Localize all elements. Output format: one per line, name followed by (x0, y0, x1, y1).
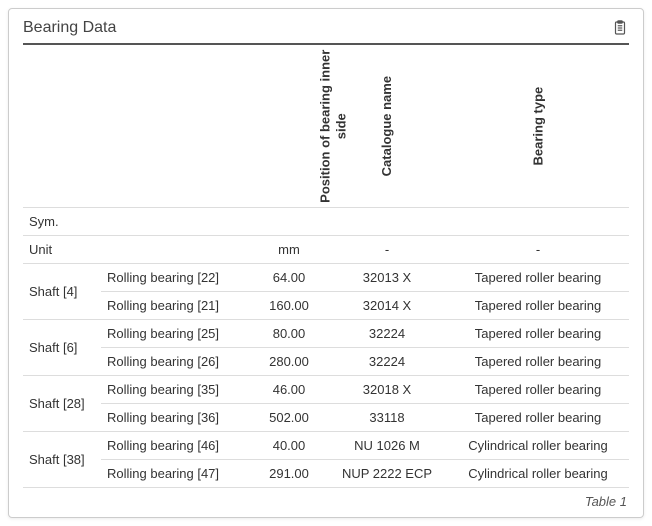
shaft-cell: Shaft [4] (23, 264, 101, 320)
type-cell: Tapered roller bearing (447, 320, 629, 348)
shaft-cell: Shaft [28] (23, 376, 101, 432)
table-row: Shaft [4] Rolling bearing [22] 64.00 320… (23, 264, 629, 292)
catalogue-cell: 32224 (327, 348, 447, 376)
shaft-cell: Shaft [6] (23, 320, 101, 376)
catalogue-cell: NUP 2222 ECP (327, 460, 447, 488)
bearing-table: Position of bearing inner side Catalogue… (23, 45, 629, 488)
catalogue-cell: 32014 X (327, 292, 447, 320)
col-header-type: Bearing type (447, 45, 629, 208)
table-row: Rolling bearing [26] 280.00 32224 Tapere… (23, 348, 629, 376)
bearing-cell: Rolling bearing [25] (101, 320, 251, 348)
sym-type (447, 208, 629, 236)
table-row: Rolling bearing [47] 291.00 NUP 2222 ECP… (23, 460, 629, 488)
unit-row: Unit mm - - (23, 236, 629, 264)
position-cell: 80.00 (251, 320, 327, 348)
panel-title: Bearing Data (23, 19, 116, 37)
panel-header: Bearing Data (23, 19, 629, 45)
position-cell: 46.00 (251, 376, 327, 404)
bearing-cell: Rolling bearing [36] (101, 404, 251, 432)
catalogue-cell: 32018 X (327, 376, 447, 404)
table-row: Shaft [6] Rolling bearing [25] 80.00 322… (23, 320, 629, 348)
bearing-cell: Rolling bearing [46] (101, 432, 251, 460)
catalogue-cell: NU 1026 M (327, 432, 447, 460)
bearing-cell: Rolling bearing [22] (101, 264, 251, 292)
sym-label: Sym. (23, 208, 251, 236)
table-row: Rolling bearing [21] 160.00 32014 X Tape… (23, 292, 629, 320)
col-header-blank-1 (23, 45, 101, 208)
type-cell: Tapered roller bearing (447, 404, 629, 432)
position-cell: 160.00 (251, 292, 327, 320)
bearing-cell: Rolling bearing [21] (101, 292, 251, 320)
type-cell: Tapered roller bearing (447, 348, 629, 376)
catalogue-cell: 33118 (327, 404, 447, 432)
bearing-cell: Rolling bearing [35] (101, 376, 251, 404)
column-header-row: Position of bearing inner side Catalogue… (23, 45, 629, 208)
position-cell: 291.00 (251, 460, 327, 488)
table-row: Shaft [28] Rolling bearing [35] 46.00 32… (23, 376, 629, 404)
type-cell: Cylindrical roller bearing (447, 432, 629, 460)
col-header-position: Position of bearing inner side (251, 45, 327, 208)
unit-type: - (447, 236, 629, 264)
table-row: Shaft [38] Rolling bearing [46] 40.00 NU… (23, 432, 629, 460)
shaft-cell: Shaft [38] (23, 432, 101, 488)
unit-position: mm (251, 236, 327, 264)
sym-row: Sym. (23, 208, 629, 236)
clipboard-icon[interactable] (611, 19, 629, 37)
sym-catalogue (327, 208, 447, 236)
unit-label: Unit (23, 236, 251, 264)
position-cell: 64.00 (251, 264, 327, 292)
type-cell: Tapered roller bearing (447, 264, 629, 292)
bearing-cell: Rolling bearing [47] (101, 460, 251, 488)
bearing-cell: Rolling bearing [26] (101, 348, 251, 376)
type-cell: Tapered roller bearing (447, 376, 629, 404)
table-caption: Table 1 (23, 488, 629, 509)
position-cell: 40.00 (251, 432, 327, 460)
catalogue-cell: 32013 X (327, 264, 447, 292)
type-cell: Cylindrical roller bearing (447, 460, 629, 488)
sym-position (251, 208, 327, 236)
position-cell: 280.00 (251, 348, 327, 376)
position-cell: 502.00 (251, 404, 327, 432)
table-row: Rolling bearing [36] 502.00 33118 Tapere… (23, 404, 629, 432)
col-header-blank-2 (101, 45, 251, 208)
type-cell: Tapered roller bearing (447, 292, 629, 320)
catalogue-cell: 32224 (327, 320, 447, 348)
bearing-data-panel: Bearing Data Position of bearing inner s… (8, 8, 644, 518)
unit-catalogue: - (327, 236, 447, 264)
